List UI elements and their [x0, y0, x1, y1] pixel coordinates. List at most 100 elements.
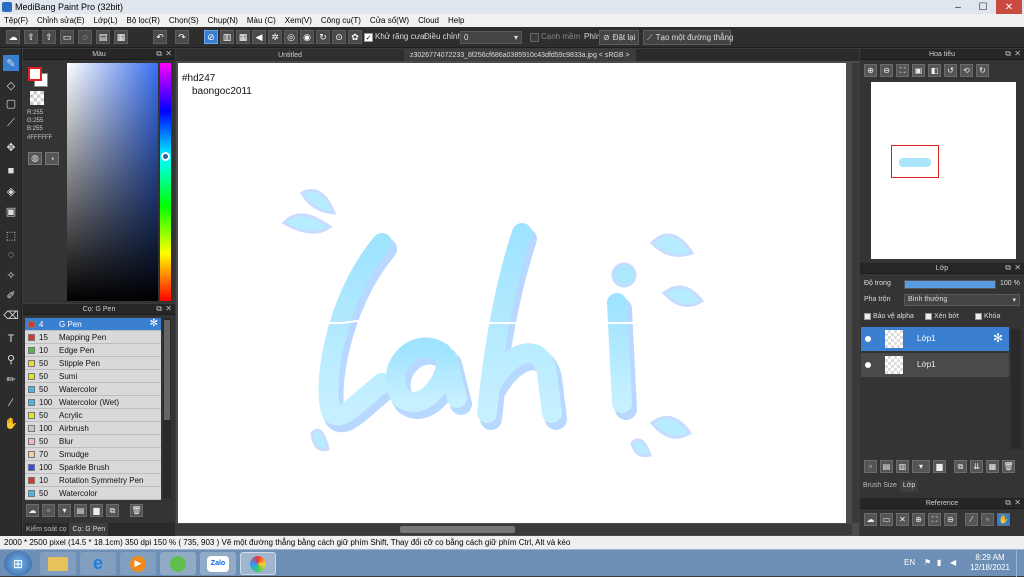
blend-mode-dropdown[interactable]: Bình thường ▾	[904, 294, 1020, 306]
vertical-scrollbar[interactable]	[852, 63, 859, 523]
create-line-button[interactable]: ⟋ Tạo một đường thẳng	[643, 30, 733, 45]
new-brush-icon[interactable]: ▫	[42, 504, 55, 517]
zoom-in-icon[interactable]: ⊕	[912, 513, 925, 526]
actual-size-icon[interactable]: ▣	[912, 64, 925, 77]
network-icon[interactable]: ▮	[937, 558, 941, 567]
brush-item[interactable]: 50 Acrylic	[25, 409, 161, 422]
fit-icon[interactable]: ⛶	[896, 64, 909, 77]
undock-icon[interactable]: ⧉	[1005, 263, 1011, 273]
rotate-left-icon[interactable]: ↺	[944, 64, 957, 77]
antialias-checkbox[interactable]: ✓	[364, 33, 373, 42]
upload-icon[interactable]: ⇪	[24, 30, 38, 44]
hand-icon[interactable]: ✋	[997, 513, 1010, 526]
magic-wand-tool-icon[interactable]: ✧	[3, 267, 19, 283]
clip-option[interactable]: Xén bớt	[925, 313, 959, 320]
tray-flag-icon[interactable]: ⚑	[924, 558, 931, 567]
add-layer-menu-icon[interactable]: ▾	[912, 460, 930, 473]
media-player-icon[interactable]: ▶	[120, 552, 156, 575]
clip-checkbox[interactable]	[925, 313, 932, 320]
protect-alpha-option[interactable]: Bảo vệ alpha	[864, 313, 914, 320]
brush-item[interactable]: 4 G Pen ✻	[25, 318, 161, 331]
brush-item[interactable]: 50 Watercolor	[25, 383, 161, 396]
close-panel-icon[interactable]: ✕	[1014, 498, 1021, 507]
tab-brush-g-pen[interactable]: Cọ: G Pen	[69, 523, 109, 536]
hue-slider[interactable]	[160, 63, 171, 301]
undock-icon[interactable]: ⧉	[1005, 498, 1011, 508]
vanishing-snap-icon[interactable]: ◀	[252, 30, 266, 44]
undock-icon[interactable]: ⧉	[156, 49, 162, 59]
volume-icon[interactable]: ◀	[950, 558, 956, 567]
opacity-slider[interactable]	[904, 280, 996, 289]
menu-help[interactable]: Help	[448, 16, 464, 25]
layer-row-selected[interactable]: Lớp1 ✻	[861, 327, 1009, 351]
drawing-canvas[interactable]: #hd247 baongoc2011	[178, 63, 846, 523]
zalo-icon[interactable]: Zalo	[200, 552, 236, 575]
protect-alpha-checkbox[interactable]	[864, 313, 871, 320]
eraser-tool-icon[interactable]: ◇	[3, 77, 19, 93]
lock-checkbox[interactable]	[975, 313, 982, 320]
brush-item[interactable]: 100 Watercolor (Wet)	[25, 396, 161, 409]
gear-icon[interactable]: ✻	[150, 318, 158, 329]
brush-item[interactable]: 15 Mapping Pen	[25, 331, 161, 344]
curve-snap-icon[interactable]: ◉	[300, 30, 314, 44]
merge-layer-icon[interactable]: ⇊	[970, 460, 983, 473]
language-indicator[interactable]: EN	[904, 558, 915, 567]
brush-scrollbar[interactable]	[163, 318, 171, 498]
saturation-value-picker[interactable]	[67, 63, 158, 301]
primary-color-swatch[interactable]	[28, 67, 42, 81]
bucket-tool-icon[interactable]: ◈	[3, 183, 19, 199]
show-desktop-button[interactable]	[1016, 550, 1024, 577]
lasso-tool-icon[interactable]: ◌	[3, 247, 19, 263]
brush-item[interactable]: 70 Smudge	[25, 448, 161, 461]
rotate-reset-icon[interactable]: ⟲	[960, 64, 973, 77]
menu-window[interactable]: Cửa sổ(W)	[370, 16, 409, 25]
menu-layer[interactable]: Lớp(L)	[94, 16, 118, 25]
text-tool-icon[interactable]: T	[3, 331, 19, 347]
undock-icon[interactable]: ⧉	[1005, 49, 1011, 59]
lock-option[interactable]: Khóa	[975, 313, 1000, 320]
flip-icon[interactable]: ◧	[928, 64, 941, 77]
rotate-right-icon[interactable]: ↻	[976, 64, 989, 77]
undock-icon[interactable]: ⧉	[156, 304, 162, 314]
select-tool-icon[interactable]: ⬚	[3, 227, 19, 243]
brush-item[interactable]: 10 Rotation Symmetry Pen	[25, 474, 161, 487]
circle-snap-icon[interactable]: ◎	[284, 30, 298, 44]
eyedropper-tool-icon[interactable]: ⁄	[3, 395, 19, 411]
close-panel-icon[interactable]: ✕	[1014, 263, 1021, 272]
undo-icon[interactable]: ↶	[153, 30, 167, 44]
rectangle-tool-icon[interactable]: ▢	[3, 95, 19, 111]
snap-off-icon[interactable]: ⊘	[204, 30, 218, 44]
close-panel-icon[interactable]: ✕	[1014, 49, 1021, 58]
radial-snap-icon[interactable]: ✲	[268, 30, 282, 44]
navigator-preview[interactable]	[871, 82, 1016, 259]
divide-tool-icon[interactable]: ✏	[3, 371, 19, 387]
close-panel-icon[interactable]: ✕	[165, 304, 172, 313]
close-button[interactable]: ✕	[996, 0, 1022, 14]
brush-tool-icon[interactable]: ✎	[3, 55, 19, 71]
menu-filter[interactable]: Bộ lọc(R)	[127, 16, 160, 25]
eyedropper-icon[interactable]: ⁄	[965, 513, 978, 526]
tab-brush-control[interactable]: Kiểm soát cọ	[23, 523, 69, 536]
horizontal-scroll-thumb[interactable]	[400, 526, 515, 533]
brush-item[interactable]: 10 Edge Pen	[25, 344, 161, 357]
menu-select[interactable]: Chọn(S)	[169, 16, 199, 25]
parallel-snap-icon[interactable]: ▥	[220, 30, 234, 44]
cross-snap-icon[interactable]: ▦	[236, 30, 250, 44]
tab-image-file[interactable]: z3026774072233_8f256cf686a0385910c43dfd5…	[404, 49, 636, 61]
eye-icon[interactable]	[865, 336, 871, 342]
grid-icon[interactable]: ▦	[114, 30, 128, 44]
new-layer-icon[interactable]: ▫	[864, 460, 877, 473]
new-layer-1bit-icon[interactable]: ▥	[896, 460, 909, 473]
pin-icon[interactable]: ▫	[981, 513, 994, 526]
reset-button[interactable]: ⊘ Đặt lại	[599, 30, 639, 45]
hand-tool-icon[interactable]: ✋	[3, 415, 19, 431]
copy-icon[interactable]: ⧉	[106, 504, 119, 517]
horizontal-scrollbar[interactable]	[176, 524, 852, 535]
add-brush-icon[interactable]: ▾	[58, 504, 71, 517]
open-file-icon[interactable]: ▭	[880, 513, 893, 526]
color-history-icon[interactable]: ◔	[45, 152, 59, 165]
medibang-icon[interactable]	[240, 552, 276, 575]
zoom-out-icon[interactable]: ⊖	[880, 64, 893, 77]
soft-edge-checkbox[interactable]	[530, 33, 539, 42]
close-reference-icon[interactable]: ✕	[896, 513, 909, 526]
